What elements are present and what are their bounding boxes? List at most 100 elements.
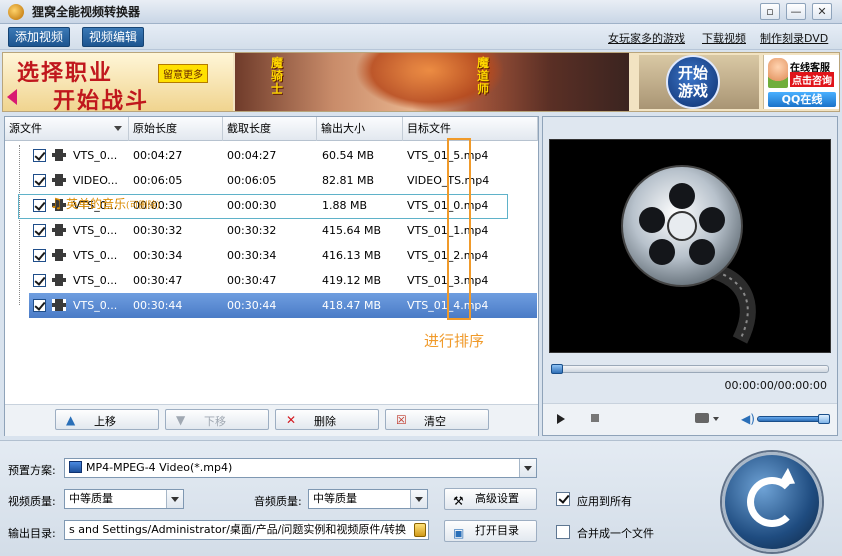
volume-thumb[interactable] xyxy=(818,414,830,424)
chevron-down-icon[interactable] xyxy=(410,490,427,508)
banner-line2: 开始战斗 xyxy=(53,89,150,112)
col-original-length[interactable]: 原始长度 xyxy=(129,117,223,141)
cell-cut-length: 00:30:44 xyxy=(227,299,277,312)
row-checkbox[interactable] xyxy=(33,174,46,187)
output-dir-label: 输出目录: xyxy=(8,527,56,540)
cell-original-length: 00:04:27 xyxy=(133,149,183,162)
seek-thumb[interactable] xyxy=(551,364,563,374)
banner-vertical-2: 魔道师 xyxy=(476,56,489,96)
cell-original-length: 00:30:44 xyxy=(133,299,183,312)
close-button[interactable]: ✕ xyxy=(812,3,832,20)
video-file-icon xyxy=(52,274,66,286)
video-preview[interactable] xyxy=(549,139,831,353)
cell-output-size: 60.54 MB xyxy=(322,149,375,162)
merge-checkbox[interactable] xyxy=(556,525,570,539)
cell-original-length: 00:30:34 xyxy=(133,249,183,262)
output-path-input[interactable]: s and Settings/Administrator/桌面/产品/问题实例和… xyxy=(64,520,429,540)
row-checkbox[interactable] xyxy=(33,299,46,312)
col-source[interactable]: 源文件 xyxy=(5,117,129,141)
window-title: 狸窝全能视频转换器 xyxy=(32,5,141,19)
sort-annotation: 进行排序 xyxy=(424,332,485,350)
cell-cut-length: 00:04:27 xyxy=(227,149,277,162)
link-download-video[interactable]: 下载视频 xyxy=(702,30,746,46)
camera-icon[interactable] xyxy=(695,413,709,423)
cell-original-length: 00:30:47 xyxy=(133,274,183,287)
clear-button[interactable]: ☒ 清空 xyxy=(385,409,489,430)
cell-source: VTS_0... xyxy=(73,249,118,262)
video-quality-select[interactable]: 中等质量 xyxy=(64,489,184,509)
banner-tag[interactable]: 留意更多 xyxy=(158,64,208,83)
col-output-size[interactable]: 输出大小 xyxy=(317,117,403,141)
audio-quality-select[interactable]: 中等质量 xyxy=(308,489,428,509)
convert-button[interactable] xyxy=(722,452,822,552)
delete-button[interactable]: ✕ 删除 xyxy=(275,409,379,430)
start-game-area[interactable]: 开始 游戏 xyxy=(639,55,759,109)
minimize-button[interactable]: — xyxy=(786,3,806,20)
link-burn-dvd[interactable]: 制作刻录DVD xyxy=(760,30,828,46)
cell-output-size: 416.13 MB xyxy=(322,249,382,262)
play-icon[interactable] xyxy=(557,414,565,424)
add-video-button[interactable]: 添加视频 xyxy=(8,27,71,47)
sort-arrow-icon[interactable] xyxy=(114,126,122,131)
player-controls: ◀) xyxy=(543,403,837,435)
video-file-icon xyxy=(52,149,66,161)
col-cut-length[interactable]: 截取长度 xyxy=(223,117,317,141)
cell-output-size: 418.47 MB xyxy=(322,299,382,312)
apply-all-checkbox[interactable] xyxy=(556,492,570,506)
volume-slider[interactable] xyxy=(757,414,830,424)
chevron-down-icon[interactable] xyxy=(713,417,719,421)
video-file-icon xyxy=(52,249,66,261)
folder-icon: ▣ xyxy=(453,526,465,540)
apply-all-label: 应用到所有 xyxy=(577,495,632,508)
online-service[interactable]: 在线客服 点击咨询 QQ在线 xyxy=(763,55,839,109)
restore-button[interactable]: ▫ xyxy=(760,3,780,20)
seek-bar[interactable] xyxy=(551,364,829,374)
banner-artwork: 魔骑士 魔道师 xyxy=(235,53,629,111)
sort-highlight-rect xyxy=(447,138,471,320)
cell-source: VIDEO... xyxy=(73,174,118,187)
move-down-button[interactable]: ▼ 下移 xyxy=(165,409,269,430)
stop-icon[interactable] xyxy=(591,414,599,422)
lock-icon xyxy=(414,523,426,537)
open-directory-button[interactable]: ▣ 打开目录 xyxy=(444,520,537,542)
chevron-down-icon[interactable] xyxy=(519,459,536,477)
arrow-up-icon: ▲ xyxy=(66,413,76,427)
title-bar: 狸窝全能视频转换器 ▫ — ✕ xyxy=(0,0,842,24)
app-logo-icon xyxy=(8,3,24,20)
cell-cut-length: 00:30:34 xyxy=(227,249,277,262)
service-avatar-icon xyxy=(768,58,788,88)
row-checkbox[interactable] xyxy=(33,274,46,287)
cell-cut-length: 00:06:05 xyxy=(227,174,277,187)
cell-source: VTS_0... xyxy=(73,274,118,287)
preset-label: 预置方案: xyxy=(8,464,56,477)
advanced-settings-button[interactable]: ⚒ 高级设置 xyxy=(444,488,537,510)
cell-source: VTS_0... xyxy=(73,299,118,312)
clear-list-icon: ☒ xyxy=(396,413,407,427)
tree-line xyxy=(19,145,20,305)
merge-label: 合并成一个文件 xyxy=(577,527,654,540)
music-label: 英单的音乐(可删除) xyxy=(66,197,161,211)
cell-cut-length: 00:30:32 xyxy=(227,224,277,237)
video-file-icon xyxy=(52,174,66,186)
banner-vertical-1: 魔骑士 xyxy=(270,56,283,96)
link-female-games[interactable]: 女玩家多的游戏 xyxy=(608,30,685,46)
row-checkbox[interactable] xyxy=(33,149,46,162)
cell-output-size: 415.64 MB xyxy=(322,224,382,237)
banner-left: 选择职业 留意更多 开始战斗 xyxy=(3,53,233,111)
start-game-button[interactable]: 开始 游戏 xyxy=(666,55,720,109)
arrow-down-icon: ▼ xyxy=(176,413,186,427)
qq-online-button[interactable]: QQ在线 xyxy=(768,92,836,107)
chevron-down-icon[interactable] xyxy=(166,490,183,508)
preview-panel: 00:00:00/00:00:00 ◀) xyxy=(542,116,838,436)
edit-video-button[interactable]: 视频编辑 xyxy=(82,27,145,47)
row-checkbox[interactable] xyxy=(33,249,46,262)
video-file-icon xyxy=(52,224,66,236)
audio-quality-label: 音频质量: xyxy=(254,495,302,508)
film-reel-icon xyxy=(621,165,756,344)
music-note-icon: ♫ xyxy=(50,196,63,212)
ad-banner[interactable]: 选择职业 留意更多 开始战斗 魔骑士 魔道师 开始 游戏 在线客服 点击咨询 Q… xyxy=(2,52,840,112)
volume-icon[interactable]: ◀) xyxy=(741,412,755,426)
row-checkbox[interactable] xyxy=(33,224,46,237)
preset-select[interactable]: MP4-MPEG-4 Video(*.mp4) xyxy=(64,458,537,478)
move-up-button[interactable]: ▲ 上移 xyxy=(55,409,159,430)
